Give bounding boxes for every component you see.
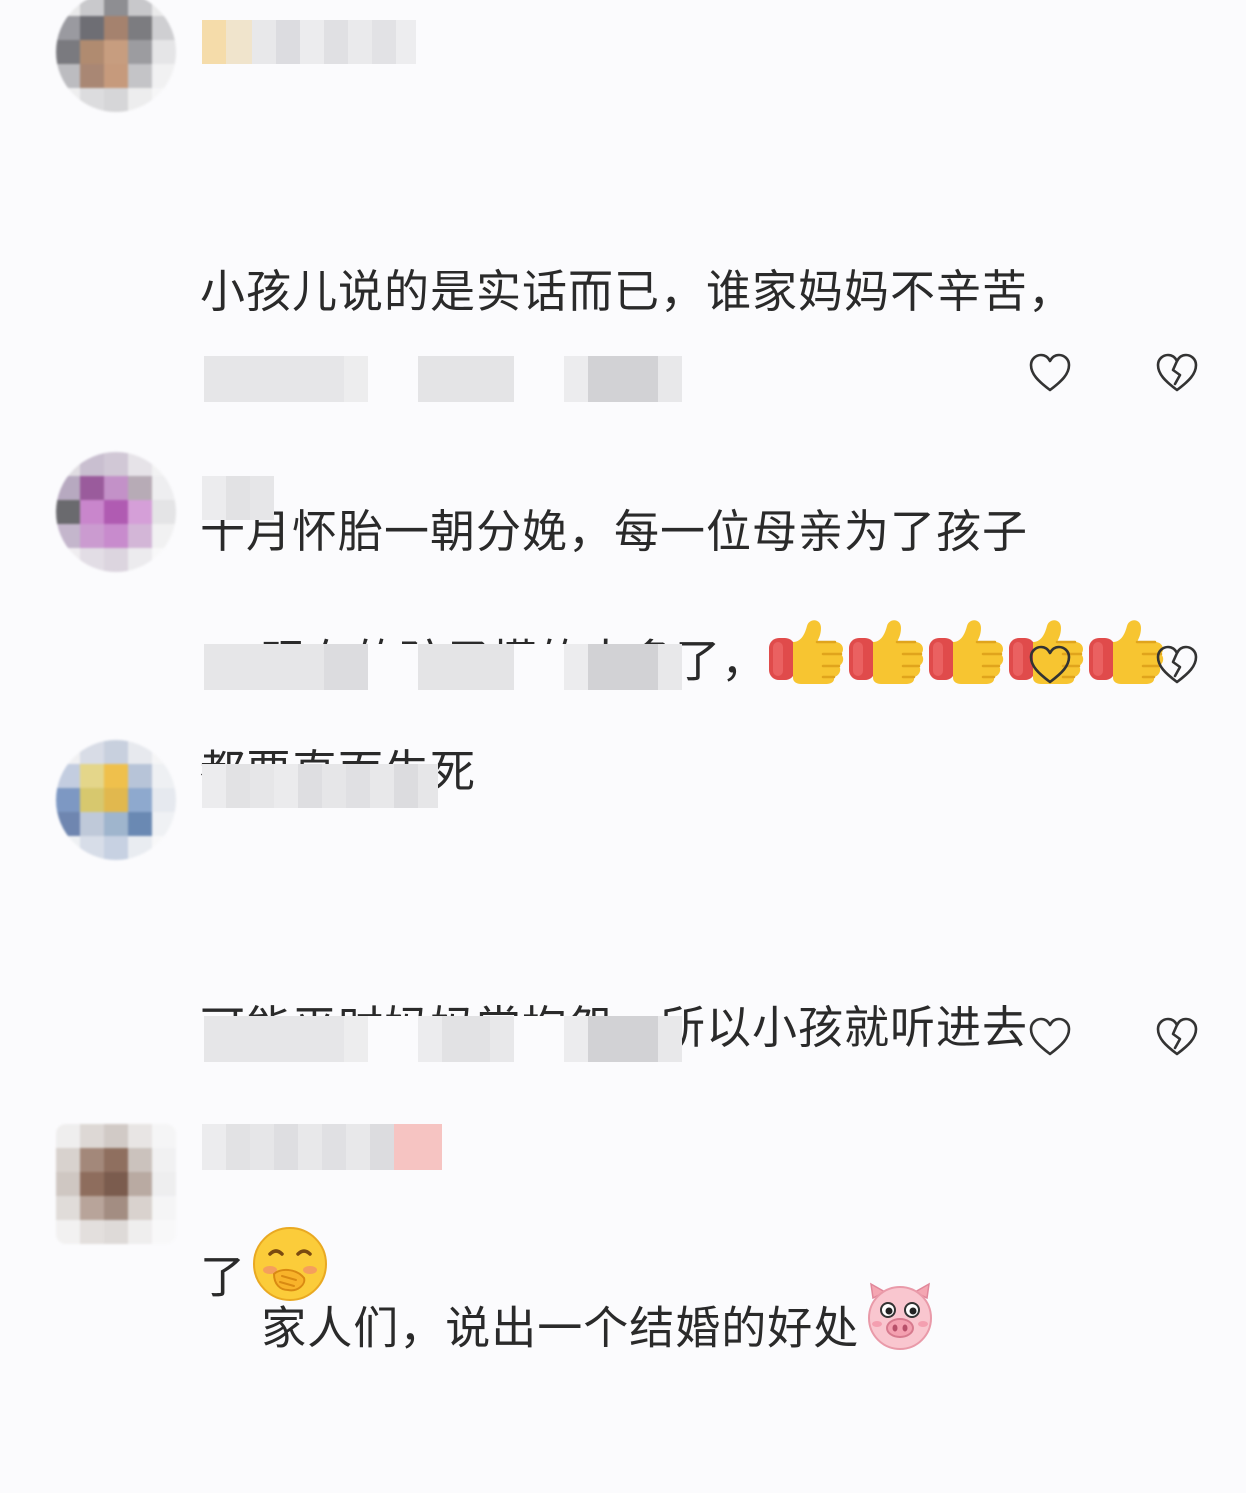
username[interactable] — [202, 20, 416, 64]
avatar[interactable] — [56, 0, 176, 112]
username[interactable] — [202, 476, 274, 520]
comment-text-line: 家人们，说出一个结婚的好处 — [261, 1301, 860, 1355]
thumbs-up-icon — [767, 612, 847, 709]
comment-item: 可能平时妈妈常抱怨，所以小孩就听进去 了 — [0, 730, 1246, 1304]
thumbs-up-icon — [847, 612, 927, 709]
pig-face-icon — [863, 1278, 937, 1377]
comment-meta — [204, 356, 682, 402]
comment-meta — [204, 1016, 682, 1062]
dislike-broken-heart-icon[interactable] — [1155, 1016, 1199, 1058]
dislike-broken-heart-icon[interactable] — [1155, 352, 1199, 394]
comment-meta — [204, 644, 682, 690]
username[interactable] — [202, 764, 438, 808]
thumbs-up-icon — [927, 612, 1007, 709]
dislike-broken-heart-icon[interactable] — [1155, 644, 1199, 686]
comment-item: 现在的孩子懂的太多了， — [0, 430, 1246, 730]
comment-text: 家人们，说出一个结婚的好处 — [200, 1202, 1210, 1461]
avatar[interactable] — [56, 452, 176, 572]
avatar[interactable] — [56, 740, 176, 860]
like-heart-icon[interactable] — [1028, 1016, 1072, 1058]
username[interactable] — [202, 1124, 442, 1170]
comment-text-line: 小孩儿说的是实话而已，谁家妈妈不辛苦， — [200, 265, 1075, 318]
avatar[interactable] — [56, 1124, 176, 1244]
comment-item: 小孩儿说的是实话而已，谁家妈妈不辛苦， 十月怀胎一朝分娩，每一位母亲为了孩子 都… — [0, 0, 1246, 798]
like-heart-icon[interactable] — [1028, 644, 1072, 686]
like-heart-icon[interactable] — [1028, 352, 1072, 394]
comment-item: 家人们，说出一个结婚的好处 — [0, 1110, 1246, 1355]
